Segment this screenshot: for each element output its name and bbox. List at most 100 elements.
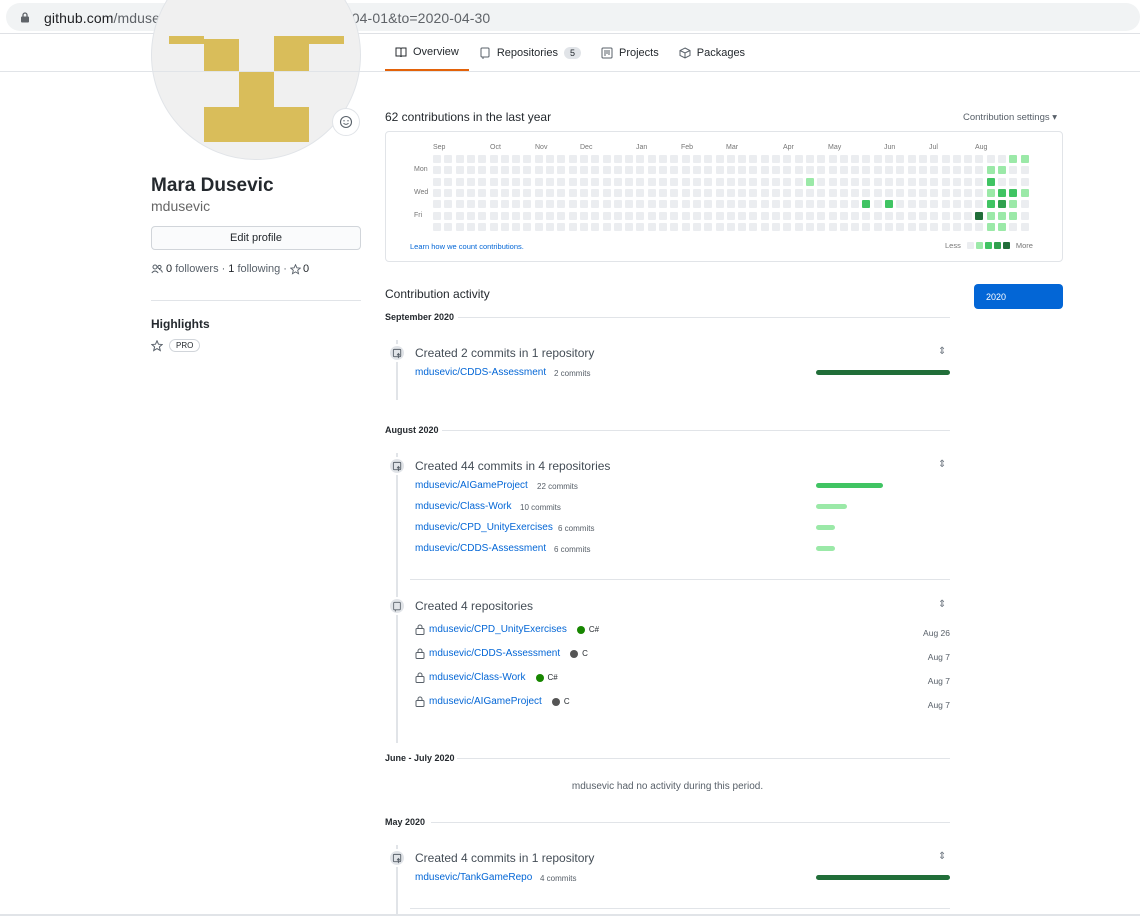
contribution-day-cell[interactable] [760,200,769,209]
contribution-day-cell[interactable] [896,177,905,186]
contribution-day-cell[interactable] [873,166,882,175]
contribution-day-cell[interactable] [975,188,984,197]
contribution-day-cell[interactable] [478,188,487,197]
contribution-day-cell[interactable] [1020,200,1029,209]
fold-icon[interactable]: ⇕ [938,851,946,862]
contribution-day-cell[interactable] [1009,222,1018,231]
tab-repositories[interactable]: Repositories 5 [469,35,591,71]
contribution-day-cell[interactable] [546,166,554,175]
contribution-day-cell[interactable] [466,155,475,163]
contribution-day-cell[interactable] [794,222,803,231]
contribution-day-cell[interactable] [930,222,939,231]
contribution-day-cell[interactable] [591,200,600,209]
contribution-day-cell[interactable] [647,211,656,220]
contribution-day-cell[interactable] [986,177,995,186]
commit-count[interactable]: 6 commits [558,524,594,533]
repo-link[interactable]: mdusevic/Class-Work [429,672,526,683]
contribution-day-cell[interactable] [817,188,826,197]
contribution-day-cell[interactable] [772,177,780,186]
contribution-day-cell[interactable] [851,166,860,175]
contribution-day-cell[interactable] [952,177,961,186]
contribution-day-cell[interactable] [749,188,758,197]
contribution-day-cell[interactable] [500,211,509,220]
contribution-day-cell[interactable] [557,200,566,209]
contribution-day-cell[interactable] [715,166,724,175]
contribution-day-cell[interactable] [998,188,1006,197]
contribution-day-cell[interactable] [772,211,780,220]
contribution-day-cell[interactable] [828,222,837,231]
contribution-day-cell[interactable] [534,200,543,209]
contribution-day-cell[interactable] [613,155,622,163]
contribution-day-cell[interactable] [568,188,577,197]
contribution-day-cell[interactable] [433,155,441,163]
pro-badge[interactable]: PRO [169,339,201,352]
contribution-day-cell[interactable] [930,166,939,175]
fold-icon[interactable]: ⇕ [938,599,946,610]
contribution-day-cell[interactable] [930,155,939,163]
contribution-day-cell[interactable] [726,200,735,209]
contribution-day-cell[interactable] [444,200,453,209]
contribution-day-cell[interactable] [794,200,803,209]
contribution-day-cell[interactable] [941,188,950,197]
contribution-day-cell[interactable] [952,188,961,197]
contribution-day-cell[interactable] [738,200,747,209]
fold-icon[interactable]: ⇕ [938,346,946,357]
contribution-day-cell[interactable] [964,166,973,175]
contribution-day-cell[interactable] [862,222,871,231]
contribution-day-cell[interactable] [986,222,995,231]
contribution-day-cell[interactable] [885,211,893,220]
contribution-day-cell[interactable] [907,200,916,209]
contribution-day-cell[interactable] [455,222,464,231]
contribution-day-cell[interactable] [715,188,724,197]
contribution-day-cell[interactable] [738,188,747,197]
contribution-day-cell[interactable] [964,155,973,163]
contribution-day-cell[interactable] [659,222,667,231]
contribution-day-cell[interactable] [455,177,464,186]
contribution-day-cell[interactable] [704,155,713,163]
repo-link[interactable]: mdusevic/Class-Work [415,501,512,512]
contribution-day-cell[interactable] [692,166,701,175]
repo-link[interactable]: mdusevic/AIGameProject [415,480,528,491]
contribution-day-cell[interactable] [489,222,498,231]
contribution-day-cell[interactable] [918,177,927,186]
contribution-day-cell[interactable] [523,222,532,231]
contribution-day-cell[interactable] [444,222,453,231]
contribution-day-cell[interactable] [704,222,713,231]
contribution-day-cell[interactable] [625,222,634,231]
contribution-day-cell[interactable] [591,177,600,186]
contribution-day-cell[interactable] [1009,177,1018,186]
contribution-day-cell[interactable] [489,211,498,220]
contribution-day-cell[interactable] [602,211,611,220]
contribution-day-cell[interactable] [817,200,826,209]
contribution-day-cell[interactable] [862,155,871,163]
contribution-day-cell[interactable] [783,155,792,163]
tab-overview[interactable]: Overview [385,35,469,71]
contribution-day-cell[interactable] [636,188,645,197]
contribution-day-cell[interactable] [885,177,893,186]
commit-count[interactable]: 22 commits [537,482,578,491]
contribution-day-cell[interactable] [704,188,713,197]
contribution-day-cell[interactable] [783,166,792,175]
contribution-day-cell[interactable] [647,200,656,209]
contribution-day-cell[interactable] [873,211,882,220]
contribution-day-cell[interactable] [975,211,984,220]
tab-packages[interactable]: Packages [669,35,755,71]
avatar[interactable] [151,0,361,160]
contribution-day-cell[interactable] [579,200,588,209]
contribution-day-cell[interactable] [726,155,735,163]
repo-link[interactable]: mdusevic/CDDS-Assessment [415,367,546,378]
contribution-day-cell[interactable] [907,166,916,175]
contribution-day-cell[interactable] [444,188,453,197]
contribution-day-cell[interactable] [1020,155,1029,163]
contribution-day-cell[interactable] [941,166,950,175]
contribution-day-cell[interactable] [998,166,1006,175]
contribution-day-cell[interactable] [896,155,905,163]
contribution-day-cell[interactable] [738,177,747,186]
contribution-day-cell[interactable] [817,222,826,231]
contribution-day-cell[interactable] [839,200,848,209]
contribution-day-cell[interactable] [466,166,475,175]
followers-link[interactable]: 0 followers [166,263,219,275]
contribution-day-cell[interactable] [749,166,758,175]
contribution-day-cell[interactable] [647,155,656,163]
contribution-day-cell[interactable] [455,188,464,197]
